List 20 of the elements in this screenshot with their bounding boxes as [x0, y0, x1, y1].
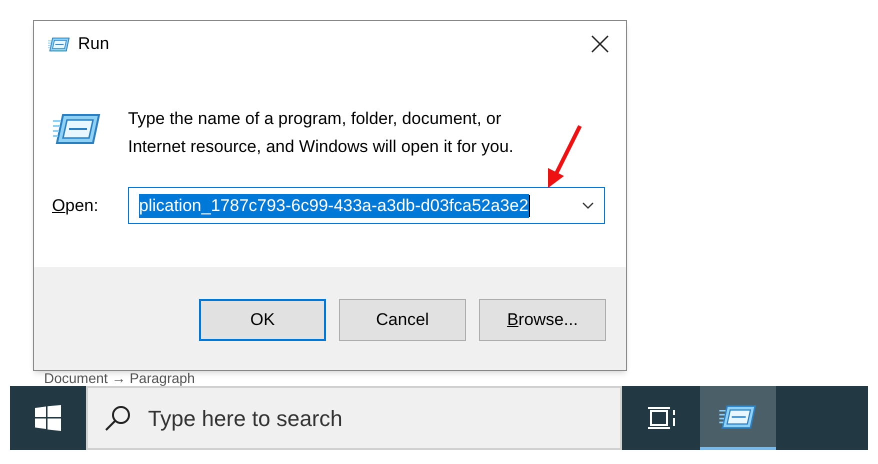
run-icon	[52, 111, 102, 147]
search-icon	[104, 404, 132, 432]
close-icon	[591, 35, 609, 53]
taskbar-app[interactable]	[700, 386, 776, 450]
windows-logo-icon	[35, 405, 61, 431]
task-view-icon	[648, 406, 676, 430]
field-value: plication_1787c793-6c99-433a-a3db-d03fca52a3e2	[139, 194, 530, 218]
open-label: Open:	[52, 194, 100, 217]
breadcrumb-text: Document → Paragraph	[44, 371, 195, 386]
dropdown-chevron-icon[interactable]	[582, 202, 594, 210]
run-icon	[48, 36, 70, 52]
run-app-icon	[718, 402, 758, 430]
dialog-button[interactable]: OK	[199, 299, 326, 341]
dialog-button[interactable]: Cancel	[339, 299, 466, 341]
open-field[interactable]: plication_1787c793-6c99-433a-a3db-d03fca52a3e2	[128, 187, 605, 224]
dialog-button[interactable]: Browse...	[479, 299, 606, 341]
search-placeholder: Type here to search	[148, 404, 342, 433]
search-field[interactable]: Type here to search	[86, 386, 622, 450]
window-title: Run	[78, 33, 110, 56]
instruction-text: Type the name of a program, folder, document, or Internet resource, and Windows will open it for you.	[128, 108, 515, 158]
